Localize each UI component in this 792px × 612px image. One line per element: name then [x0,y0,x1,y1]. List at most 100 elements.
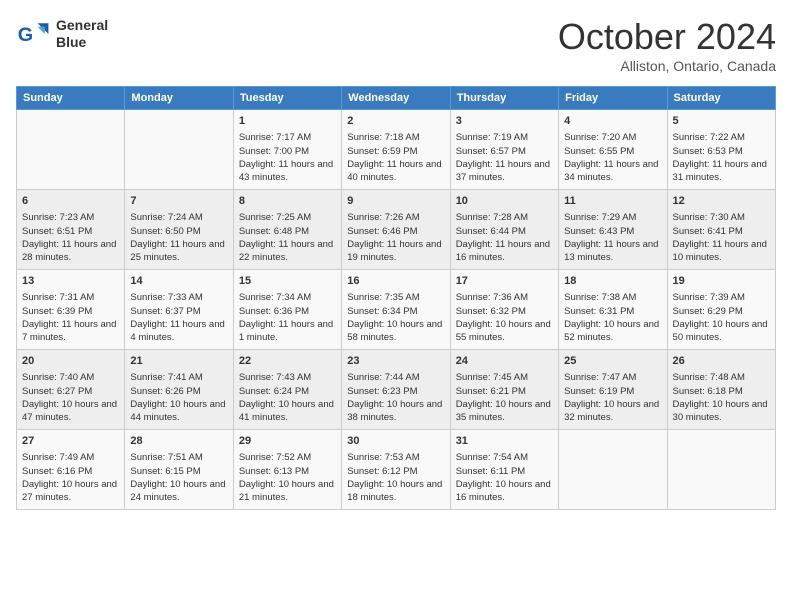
cell-detail: Sunrise: 7:36 AM [456,291,553,304]
week-row-3: 20Sunrise: 7:40 AMSunset: 6:27 PMDayligh… [17,350,776,430]
cell-detail: Sunset: 6:29 PM [673,305,770,318]
day-number: 9 [347,194,444,209]
cell-detail: Sunset: 6:34 PM [347,305,444,318]
cell-detail: Daylight: 10 hours and 38 minutes. [347,398,444,425]
cell-detail: Sunset: 6:26 PM [130,385,227,398]
cell-detail: Sunrise: 7:30 AM [673,211,770,224]
day-number: 27 [22,434,119,449]
calendar-cell: 1Sunrise: 7:17 AMSunset: 7:00 PMDaylight… [233,110,341,190]
day-number: 18 [564,274,661,289]
cell-detail: Daylight: 10 hours and 58 minutes. [347,318,444,345]
cell-detail: Sunrise: 7:48 AM [673,371,770,384]
cell-detail: Sunset: 6:39 PM [22,305,119,318]
day-number: 16 [347,274,444,289]
cell-detail: Sunset: 6:55 PM [564,145,661,158]
day-number: 4 [564,114,661,129]
day-number: 8 [239,194,336,209]
cell-detail: Sunrise: 7:33 AM [130,291,227,304]
cell-detail: Sunset: 6:11 PM [456,465,553,478]
calendar-cell: 11Sunrise: 7:29 AMSunset: 6:43 PMDayligh… [559,190,667,270]
day-number: 25 [564,354,661,369]
week-row-2: 13Sunrise: 7:31 AMSunset: 6:39 PMDayligh… [17,270,776,350]
day-number: 29 [239,434,336,449]
cell-detail: Sunset: 6:53 PM [673,145,770,158]
calendar-cell: 18Sunrise: 7:38 AMSunset: 6:31 PMDayligh… [559,270,667,350]
cell-detail: Sunset: 6:46 PM [347,225,444,238]
cell-detail: Sunset: 6:57 PM [456,145,553,158]
calendar-cell: 15 Sunrise: 7:34 AMSunset: 6:36 PMDayligh… [233,270,341,350]
day-number: 23 [347,354,444,369]
week-row-1: 6Sunrise: 7:23 AMSunset: 6:51 PMDaylight… [17,190,776,270]
cell-detail: Daylight: 11 hours and 10 minutes. [673,238,770,265]
logo-icon: G [16,16,52,52]
week-row-4: 27Sunrise: 7:49 AMSunset: 6:16 PMDayligh… [17,430,776,510]
calendar-cell: 13Sunrise: 7:31 AMSunset: 6:39 PMDayligh… [17,270,125,350]
calendar-cell: 26Sunrise: 7:48 AMSunset: 6:18 PMDayligh… [667,350,775,430]
calendar-cell: 7Sunrise: 7:24 AMSunset: 6:50 PMDaylight… [125,190,233,270]
cell-detail: Sunrise: 7:29 AM [564,211,661,224]
logo: G General Blue [16,16,108,52]
cell-detail: Daylight: 11 hours and 1 minute. [239,318,336,345]
calendar-cell: 9Sunrise: 7:26 AMSunset: 6:46 PMDaylight… [342,190,450,270]
calendar-cell: 19Sunrise: 7:39 AMSunset: 6:29 PMDayligh… [667,270,775,350]
day-number: 24 [456,354,553,369]
calendar-cell: 30Sunrise: 7:53 AMSunset: 6:12 PMDayligh… [342,430,450,510]
cell-detail: Daylight: 11 hours and 43 minutes. [239,158,336,185]
day-number: 5 [673,114,770,129]
cell-detail: Sunset: 6:12 PM [347,465,444,478]
day-number: 2 [347,114,444,129]
cell-detail: Sunrise: 7:28 AM [456,211,553,224]
location: Alliston, Ontario, Canada [558,58,776,74]
cell-detail: Sunrise: 7:45 AM [456,371,553,384]
calendar-cell: 14Sunrise: 7:33 AMSunset: 6:37 PMDayligh… [125,270,233,350]
calendar-cell: 5Sunrise: 7:22 AMSunset: 6:53 PMDaylight… [667,110,775,190]
calendar-cell: 21Sunrise: 7:41 AMSunset: 6:26 PMDayligh… [125,350,233,430]
cell-detail: Daylight: 10 hours and 21 minutes. [239,478,336,505]
cell-detail: Daylight: 10 hours and 32 minutes. [564,398,661,425]
cell-detail: Daylight: 11 hours and 31 minutes. [673,158,770,185]
cell-detail: Sunrise: 7:49 AM [22,451,119,464]
header-cell-sunday: Sunday [17,87,125,110]
cell-detail: Daylight: 10 hours and 24 minutes. [130,478,227,505]
cell-detail: Sunrise: 7:19 AM [456,131,553,144]
cell-detail: Sunset: 6:50 PM [130,225,227,238]
cell-detail: Sunset: 6:32 PM [456,305,553,318]
day-number: 21 [130,354,227,369]
cell-detail: Daylight: 10 hours and 16 minutes. [456,478,553,505]
cell-detail: Sunset: 6:27 PM [22,385,119,398]
cell-detail: Daylight: 11 hours and 16 minutes. [456,238,553,265]
cell-detail: Daylight: 10 hours and 50 minutes. [673,318,770,345]
cell-detail: Sunrise: 7:35 AM [347,291,444,304]
cell-detail: Daylight: 10 hours and 35 minutes. [456,398,553,425]
day-number: 15 [239,274,336,289]
cell-detail: Daylight: 10 hours and 27 minutes. [22,478,119,505]
calendar-cell: 24 Sunrise: 7:45 AMSunset: 6:21 PMDayligh… [450,350,558,430]
calendar-cell: 27Sunrise: 7:49 AMSunset: 6:16 PMDayligh… [17,430,125,510]
page-header: G General Blue October 2024 Alliston, On… [16,16,776,74]
day-number: 13 [22,274,119,289]
title-block: October 2024 Alliston, Ontario, Canada [558,16,776,74]
cell-detail: Sunset: 6:51 PM [22,225,119,238]
cell-detail: Sunrise: 7:39 AM [673,291,770,304]
cell-detail: Sunset: 6:23 PM [347,385,444,398]
cell-detail: Sunset: 6:44 PM [456,225,553,238]
cell-detail: Sunrise: 7:47 AM [564,371,661,384]
header-row: SundayMondayTuesdayWednesdayThursdayFrid… [17,87,776,110]
calendar-cell: 20Sunrise: 7:40 AMSunset: 6:27 PMDayligh… [17,350,125,430]
day-number: 3 [456,114,553,129]
cell-detail: Sunset: 6:36 PM [239,305,336,318]
calendar-cell: 2Sunrise: 7:18 AMSunset: 6:59 PMDaylight… [342,110,450,190]
calendar-cell: 6Sunrise: 7:23 AMSunset: 6:51 PMDaylight… [17,190,125,270]
cell-detail: Daylight: 11 hours and 40 minutes. [347,158,444,185]
calendar-cell: 28Sunrise: 7:51 AMSunset: 6:15 PMDayligh… [125,430,233,510]
calendar-body: 1Sunrise: 7:17 AMSunset: 7:00 PMDaylight… [17,110,776,510]
cell-detail: Sunset: 6:21 PM [456,385,553,398]
calendar-header: SundayMondayTuesdayWednesdayThursdayFrid… [17,87,776,110]
calendar-cell: 31Sunrise: 7:54 AMSunset: 6:11 PMDayligh… [450,430,558,510]
cell-detail: Daylight: 10 hours and 41 minutes. [239,398,336,425]
calendar-cell: 4Sunrise: 7:20 AMSunset: 6:55 PMDaylight… [559,110,667,190]
cell-detail: Sunrise: 7:40 AM [22,371,119,384]
cell-detail: Daylight: 11 hours and 7 minutes. [22,318,119,345]
cell-detail: Sunrise: 7:34 AM [239,291,336,304]
cell-detail: Sunrise: 7:51 AM [130,451,227,464]
